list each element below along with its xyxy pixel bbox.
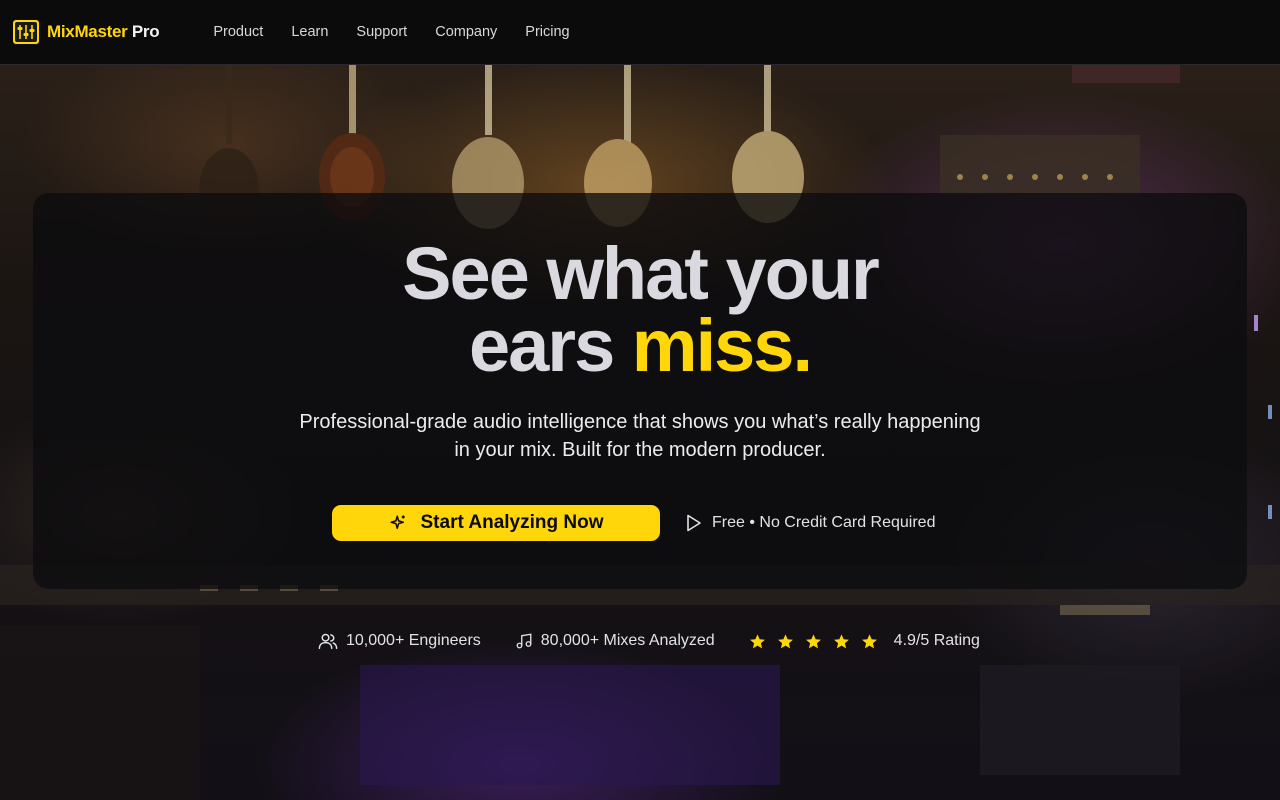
cta-row: Start Analyzing Now Free • No Credit Car… <box>332 505 935 541</box>
nav-item-support[interactable]: Support <box>356 24 407 40</box>
brand-name: MixMaster Pro <box>47 22 160 41</box>
stat-rating: 4.9/5 Rating <box>749 632 980 650</box>
star-icon <box>833 633 849 648</box>
free-note-text: Free • No Credit Card Required <box>712 514 936 531</box>
brand-logo[interactable]: MixMaster Pro <box>12 12 160 52</box>
start-analyzing-label: Start Analyzing Now <box>420 512 604 533</box>
top-nav: MixMaster Pro Product Learn Support Comp… <box>0 0 1280 65</box>
mixer-faders-icon <box>13 20 39 44</box>
stat-mixes: 80,000+ Mixes Analyzed <box>515 632 715 650</box>
music-note-icon <box>516 633 532 649</box>
start-analyzing-button[interactable]: Start Analyzing Now <box>332 505 660 541</box>
star-icon <box>749 633 765 648</box>
star-icon <box>861 633 877 648</box>
hero-subtext: Professional-grade audio intelligence th… <box>0 408 1280 464</box>
subtext-line-1: Professional-grade audio intelligence th… <box>299 411 981 433</box>
nav-item-product[interactable]: Product <box>213 24 263 40</box>
free-note: Free • No Credit Card Required <box>686 514 935 532</box>
play-icon <box>687 514 701 532</box>
headline-accent: miss. <box>631 304 813 387</box>
users-icon <box>318 633 338 650</box>
nav-item-pricing[interactable]: Pricing <box>525 24 569 40</box>
sparkle-icon <box>390 515 405 529</box>
stat-engineers: 10,000+ Engineers <box>318 632 481 650</box>
headline-line-1: See what your <box>402 232 880 315</box>
stat-rating-label: 4.9/5 Rating <box>893 632 980 649</box>
stat-mixes-label: 80,000+ Mixes Analyzed <box>540 632 715 649</box>
nav-item-company[interactable]: Company <box>435 24 497 40</box>
stat-engineers-label: 10,000+ Engineers <box>346 632 481 649</box>
nav-item-learn[interactable]: Learn <box>291 24 328 40</box>
nav-links: Product Learn Support Company Pricing <box>213 24 569 40</box>
stats-row: 10,000+ Engineers 80,000+ Mixes Analyzed… <box>318 630 980 652</box>
subtext-line-2: in your mix. Built for the modern produc… <box>454 439 826 461</box>
headline-line-2: ears <box>468 304 632 387</box>
hero-headline: See what your ears miss. <box>0 237 1280 383</box>
rating-stars <box>749 633 886 650</box>
star-icon <box>777 633 793 648</box>
star-icon <box>805 633 821 648</box>
